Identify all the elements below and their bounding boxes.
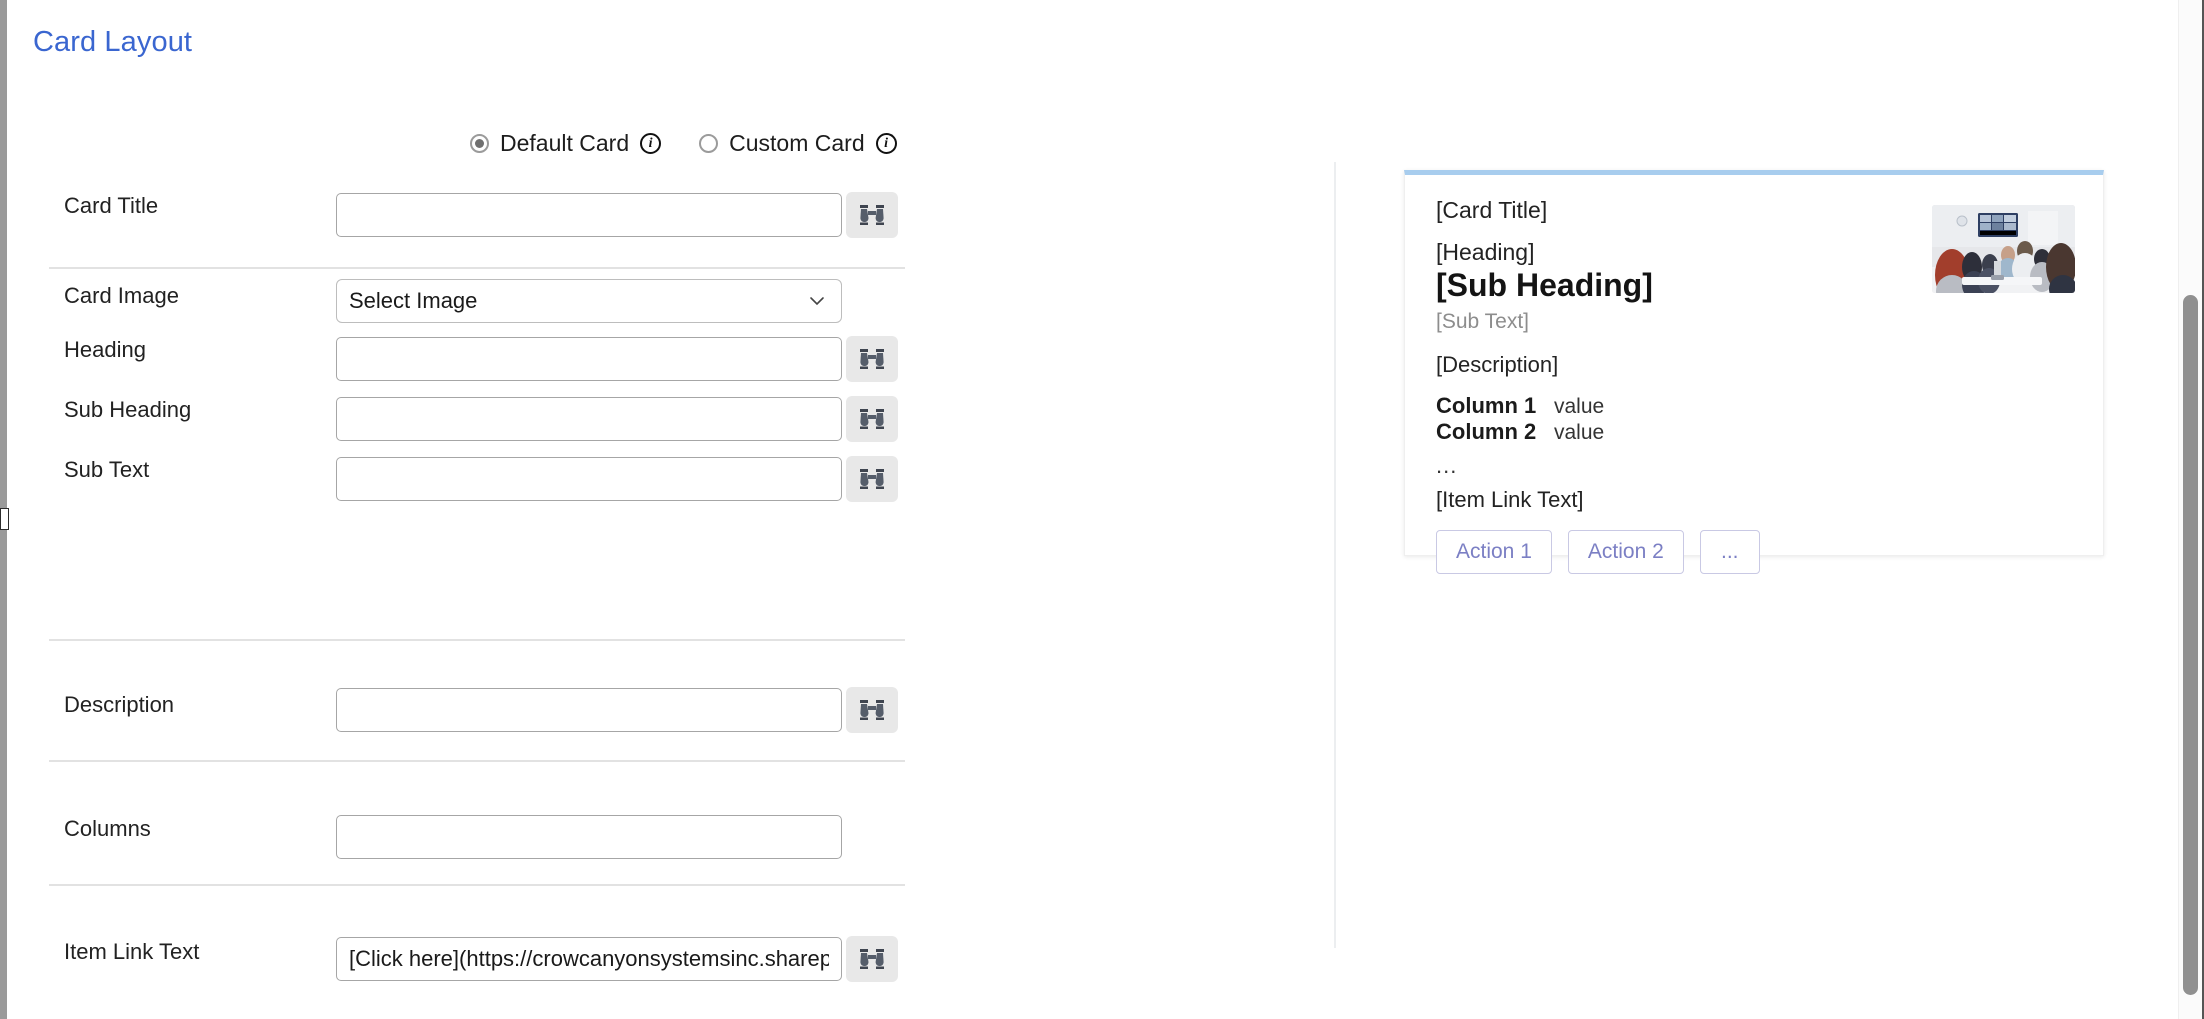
card-title-input[interactable] — [336, 193, 842, 237]
label-item-link-text: Item Link Text — [64, 939, 200, 964]
separator-3 — [49, 760, 905, 762]
sub-heading-lookup-button[interactable] — [846, 396, 898, 442]
preview-column-value: value — [1554, 395, 1605, 418]
radio-label-custom-card: Custom Card — [729, 130, 865, 156]
preview-column-name: Column 2 — [1436, 419, 1537, 444]
preview-action-2-button[interactable]: Action 2 — [1567, 530, 1684, 574]
separator-4 — [49, 884, 905, 886]
description-lookup-button[interactable] — [846, 687, 898, 733]
label-heading: Heading — [64, 337, 146, 362]
separator-1 — [49, 267, 905, 269]
vertical-scrollbar-thumb[interactable] — [2183, 295, 2198, 995]
meeting-room-photo-icon — [1932, 205, 2075, 293]
column-divider — [1334, 162, 1336, 948]
item-link-text-lookup-button[interactable] — [846, 936, 898, 982]
label-columns: Columns — [64, 816, 151, 841]
radio-option-custom-card[interactable]: Custom Card i — [699, 130, 897, 157]
card-preview: [Card Title] [Heading] [Sub Heading] [Su… — [1404, 170, 2104, 574]
preview-heading: [Heading] — [1436, 239, 1535, 265]
radio-custom-card[interactable] — [699, 134, 719, 153]
chevron-down-icon — [810, 297, 824, 306]
radio-label-default-card: Default Card — [500, 130, 630, 156]
sub-heading-input[interactable] — [336, 397, 842, 441]
binoculars-icon — [860, 349, 884, 369]
card-type-radio-group: Default Card i Custom Card i — [470, 130, 897, 157]
info-icon-default-card[interactable]: i — [640, 133, 662, 154]
description-input[interactable] — [336, 688, 842, 732]
heading-lookup-button[interactable] — [846, 336, 898, 382]
sub-text-lookup-button[interactable] — [846, 456, 898, 502]
binoculars-icon — [860, 205, 884, 225]
card-image-select[interactable]: Select Image — [336, 279, 842, 323]
preview-column-row: Column 2 value — [1436, 419, 1604, 445]
binoculars-icon — [860, 469, 884, 489]
preview-action-overflow-button[interactable]: ... — [1699, 530, 1760, 574]
radio-option-default-card[interactable]: Default Card i — [470, 130, 662, 157]
card-layout-form: Default Card i Custom Card i Card Title — [0, 0, 1335, 1019]
columns-input[interactable] — [336, 815, 842, 859]
preview-column-value: value — [1554, 421, 1605, 444]
label-description: Description — [64, 692, 175, 717]
preview-action-1-button[interactable]: Action 1 — [1436, 530, 1552, 574]
preview-columns-list: Column 1 value Column 2 value — [1436, 393, 1604, 445]
label-card-title: Card Title — [64, 193, 159, 218]
preview-action-bar: Action 1 Action 2 ... — [1436, 530, 1760, 574]
preview-column-name: Column 1 — [1436, 393, 1537, 418]
heading-input[interactable] — [336, 337, 842, 381]
binoculars-icon — [860, 949, 884, 969]
card-image-selected-value: Select Image — [349, 288, 478, 313]
preview-sub-text: [Sub Text] — [1436, 310, 1530, 333]
card-title-lookup-button[interactable] — [846, 192, 898, 238]
sub-text-input[interactable] — [336, 457, 842, 501]
vertical-scrollbar-track[interactable] — [2178, 0, 2204, 1019]
preview-card-image — [1932, 205, 2075, 293]
info-icon-custom-card[interactable]: i — [875, 133, 897, 154]
preview-sub-heading: [Sub Heading] — [1436, 267, 1653, 303]
label-card-image: Card Image — [64, 283, 179, 308]
preview-more-indicator: ... — [1436, 453, 1458, 478]
item-link-text-input[interactable] — [336, 937, 842, 981]
preview-column-row: Column 1 value — [1436, 393, 1604, 419]
preview-item-link-text[interactable]: [Item Link Text] — [1436, 487, 1584, 513]
label-sub-text: Sub Text — [64, 457, 150, 482]
card-layout-page: Card Layout Default Card i Custom Card i… — [0, 0, 2204, 1019]
preview-description: [Description] — [1436, 352, 1559, 377]
radio-default-card[interactable] — [470, 134, 489, 153]
label-sub-heading: Sub Heading — [64, 397, 192, 422]
separator-2 — [49, 639, 905, 641]
preview-card-title: [Card Title] — [1436, 197, 1548, 223]
binoculars-icon — [860, 700, 884, 720]
binoculars-icon — [860, 409, 884, 429]
